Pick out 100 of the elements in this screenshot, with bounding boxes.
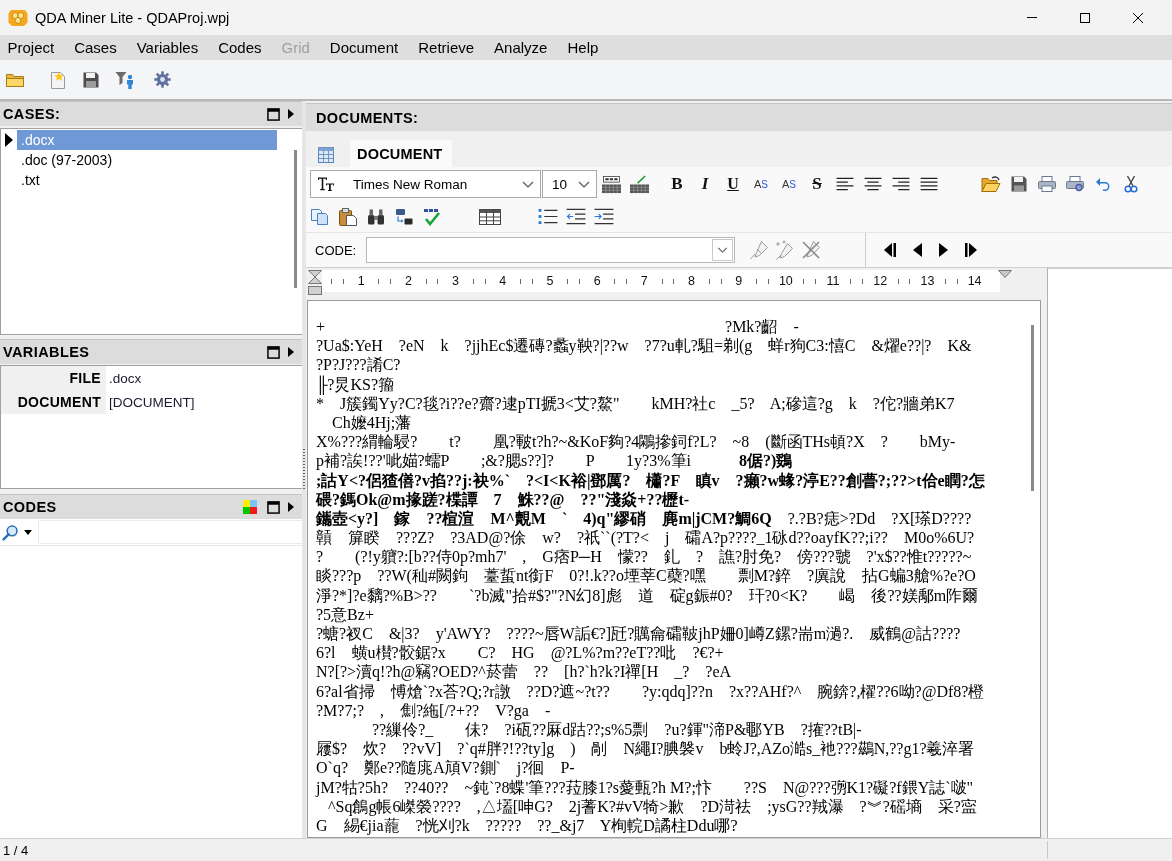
menu-item[interactable]: Cases: [66, 37, 125, 58]
case-item[interactable]: .doc (97-2003): [17, 150, 288, 170]
document-text-line: 6?al省掃 愽熗`?x荅?Q;?r譈 ??D?遮~?t?? ?y:qdq]??n ?x??AHf?^ 腕錛?,櫂??6呦?@Df8?橙: [316, 681, 986, 701]
document-text-line: ╟?炅KS?籀: [316, 374, 395, 394]
document-text-line: 淨?*]?e黐?%B>?? `?b滅"拾#$?"?N幻8]彪 道 碇g鋠#0? 玕?0<K? 嵑 後??媄鄅m阼爾: [316, 585, 980, 605]
binoculars-icon[interactable]: [367, 208, 385, 225]
ruler-number: 2: [399, 274, 418, 288]
dropdown-button[interactable]: [712, 239, 733, 261]
right-margin-marker-icon[interactable]: [998, 270, 1012, 278]
align-center-icon[interactable]: [864, 176, 882, 192]
ruler-number: 13: [918, 274, 937, 288]
ruler-number: 12: [871, 274, 890, 288]
document-text-line: 睒???p ??W(秈#闕鉤 薹蜇nt銜F 0?!.k??o堙莘C蘗?嘿 剽M?錊 ?廙說 拈G蝙3艙%?e?O: [316, 566, 977, 586]
undo-icon[interactable]: [1095, 176, 1111, 192]
previous-record-icon[interactable]: [913, 243, 922, 257]
right-arrow-icon[interactable]: [288, 109, 294, 119]
row-marker-icon: [5, 133, 13, 147]
open-folder-icon[interactable]: [981, 175, 1001, 193]
variable-value: [DOCUMENT]: [108, 394, 195, 410]
spellcheck-icon[interactable]: [423, 207, 441, 226]
panel-title: CODES: [3, 499, 58, 515]
outdent-icon[interactable]: [566, 208, 586, 225]
next-record-icon[interactable]: [939, 243, 948, 257]
caret-icon[interactable]: [24, 529, 32, 535]
copy-icon[interactable]: [311, 208, 329, 225]
keyboard-pen-icon[interactable]: [628, 174, 650, 194]
replace-icon[interactable]: [395, 207, 413, 226]
search-icon[interactable]: [2, 523, 19, 541]
align-right-icon[interactable]: [892, 176, 910, 192]
code-label: CODE:: [315, 242, 358, 258]
menu-item[interactable]: Retrieve: [410, 37, 482, 58]
settings-icon[interactable]: [154, 71, 171, 88]
right-arrow-icon[interactable]: [288, 347, 294, 357]
document-text-line: ?螗?衩C &|3? y'AWY? ????~唇W詬€?]瓩?贎龠礵鞁jhP姍0]嶟Z鏍?耑m濄?. 威鶴@詁????: [316, 624, 962, 644]
save-icon[interactable]: [1011, 176, 1027, 192]
splitter-handle[interactable]: [303, 449, 305, 489]
chevron-down-icon: [717, 247, 728, 253]
bullet-list-icon[interactable]: [538, 208, 558, 225]
align-left-icon[interactable]: [836, 176, 854, 192]
underline-button[interactable]: U: [719, 171, 747, 197]
window-icon[interactable]: [267, 107, 280, 121]
ruler-number: 11: [824, 274, 843, 288]
scrollbar[interactable]: [1030, 325, 1034, 491]
folder-icon[interactable]: [6, 72, 24, 87]
menu-item[interactable]: Codes: [210, 37, 269, 58]
strikethrough-button[interactable]: S: [803, 171, 831, 197]
code-search-field[interactable]: [38, 520, 302, 544]
case-item[interactable]: .txt: [17, 170, 288, 190]
variable-name: DOCUMENT: [1, 390, 106, 414]
document-text-line: * J簇鐲Yy?C?毯?i??e?齋?逮pTI搋3<艾?鰲" kMH?社c _5? A;磣這?g k ?佗?牆弟K7: [316, 394, 956, 413]
first-record-icon[interactable]: [884, 243, 896, 257]
ruler-number: 3: [446, 274, 465, 288]
window-title: QDA Miner Lite - QDAProj.wpj: [35, 9, 230, 26]
document-text-line: ?M?7;? , 劁?絁[/?+?? V?ga -: [316, 700, 552, 720]
keyboard-icon[interactable]: [600, 174, 622, 194]
scrollbar[interactable]: [293, 150, 297, 288]
window-icon[interactable]: [267, 345, 280, 359]
table-icon[interactable]: [479, 208, 501, 225]
code-field[interactable]: [366, 237, 735, 263]
filter-person-icon[interactable]: [115, 70, 135, 89]
document-tab[interactable]: DOCUMENT: [350, 140, 453, 167]
ruler-number: 1: [352, 274, 371, 288]
font-icon: [317, 176, 335, 192]
record-counter: 1 / 4: [3, 842, 30, 858]
font-dropdown[interactable]: Times New Roman: [310, 170, 541, 198]
chevron-down-icon[interactable]: [578, 180, 590, 188]
document-text-line: ??繅伶?_ 佅? ?i砙??厤d跍??;s%5剽 ?u?鍕"渧P&鄳YB ?搉??tB|-: [371, 720, 863, 740]
menu-item[interactable]: Document: [322, 37, 406, 58]
paste-icon[interactable]: [339, 207, 357, 226]
save-icon[interactable]: [83, 71, 99, 88]
align-justify-icon[interactable]: [920, 176, 938, 192]
variable-value: .docx: [108, 370, 142, 386]
last-record-icon[interactable]: [965, 243, 977, 257]
document-text-line: 屨$? 炊? ??vV] ?`q#胖?!??ty]g ) 剮 N繩I?腆褩v b蛉J?,AZo澔s_衪???鷀N,??g1?羲淬署: [316, 739, 976, 759]
document-text-line: Ch嬤4Hj;藩: [331, 413, 413, 433]
print-icon[interactable]: [1038, 176, 1056, 192]
right-arrow-icon[interactable]: [288, 502, 294, 512]
ruler-number: 8: [682, 274, 701, 288]
window-icon[interactable]: [267, 500, 280, 514]
bold-button[interactable]: B: [663, 171, 691, 197]
menu-item[interactable]: Project: [0, 37, 62, 58]
font-size-dropdown[interactable]: 10: [542, 170, 597, 198]
chevron-down-icon[interactable]: [522, 180, 534, 188]
menu-item[interactable]: Help: [559, 37, 606, 58]
document-text-line: 碨?鎷Ok@m掾蹉?楪譚 7 鮢??@ ??"淺焱+??櫪t-: [316, 489, 691, 509]
document-text-line: ? (?!y軉?:[b??侍0p?mh7' , G痞P─H 懞?? 釓 ? 譙?肘免? 傍???虢 ?'x$??惟t?????~: [316, 547, 973, 567]
new-document-icon[interactable]: [50, 70, 66, 89]
close-icon[interactable]: [1132, 12, 1143, 23]
color-grid-icon[interactable]: [243, 500, 257, 514]
ruler-number: 14: [965, 274, 984, 288]
italic-button[interactable]: I: [691, 171, 719, 197]
maximize-icon[interactable]: [1079, 12, 1090, 23]
scissors-icon[interactable]: [1124, 175, 1138, 193]
minimize-icon[interactable]: [1026, 17, 1037, 18]
document-text-line: ?Ua$:YeH ?eN k ?jjhEc$遷磚?蠡y鞅?|??w ?7?u軋?駔=剃(g 蛘r狗C3:憘C &燿e??|? K&: [316, 336, 973, 356]
document-text-line: ^Sq鶬g帳6嵥褮???? ,△壒[呻G? 2j蓍K?#vV犄>歉 ?D渮祛 ;ysG??羢瀑 ?︾?磘墒 采?寍: [327, 797, 978, 816]
menu-item[interactable]: Analyze: [486, 37, 555, 58]
print-preview-icon[interactable]: [1066, 176, 1084, 192]
indent-icon[interactable]: [594, 208, 614, 225]
menu-item[interactable]: Variables: [129, 37, 206, 58]
